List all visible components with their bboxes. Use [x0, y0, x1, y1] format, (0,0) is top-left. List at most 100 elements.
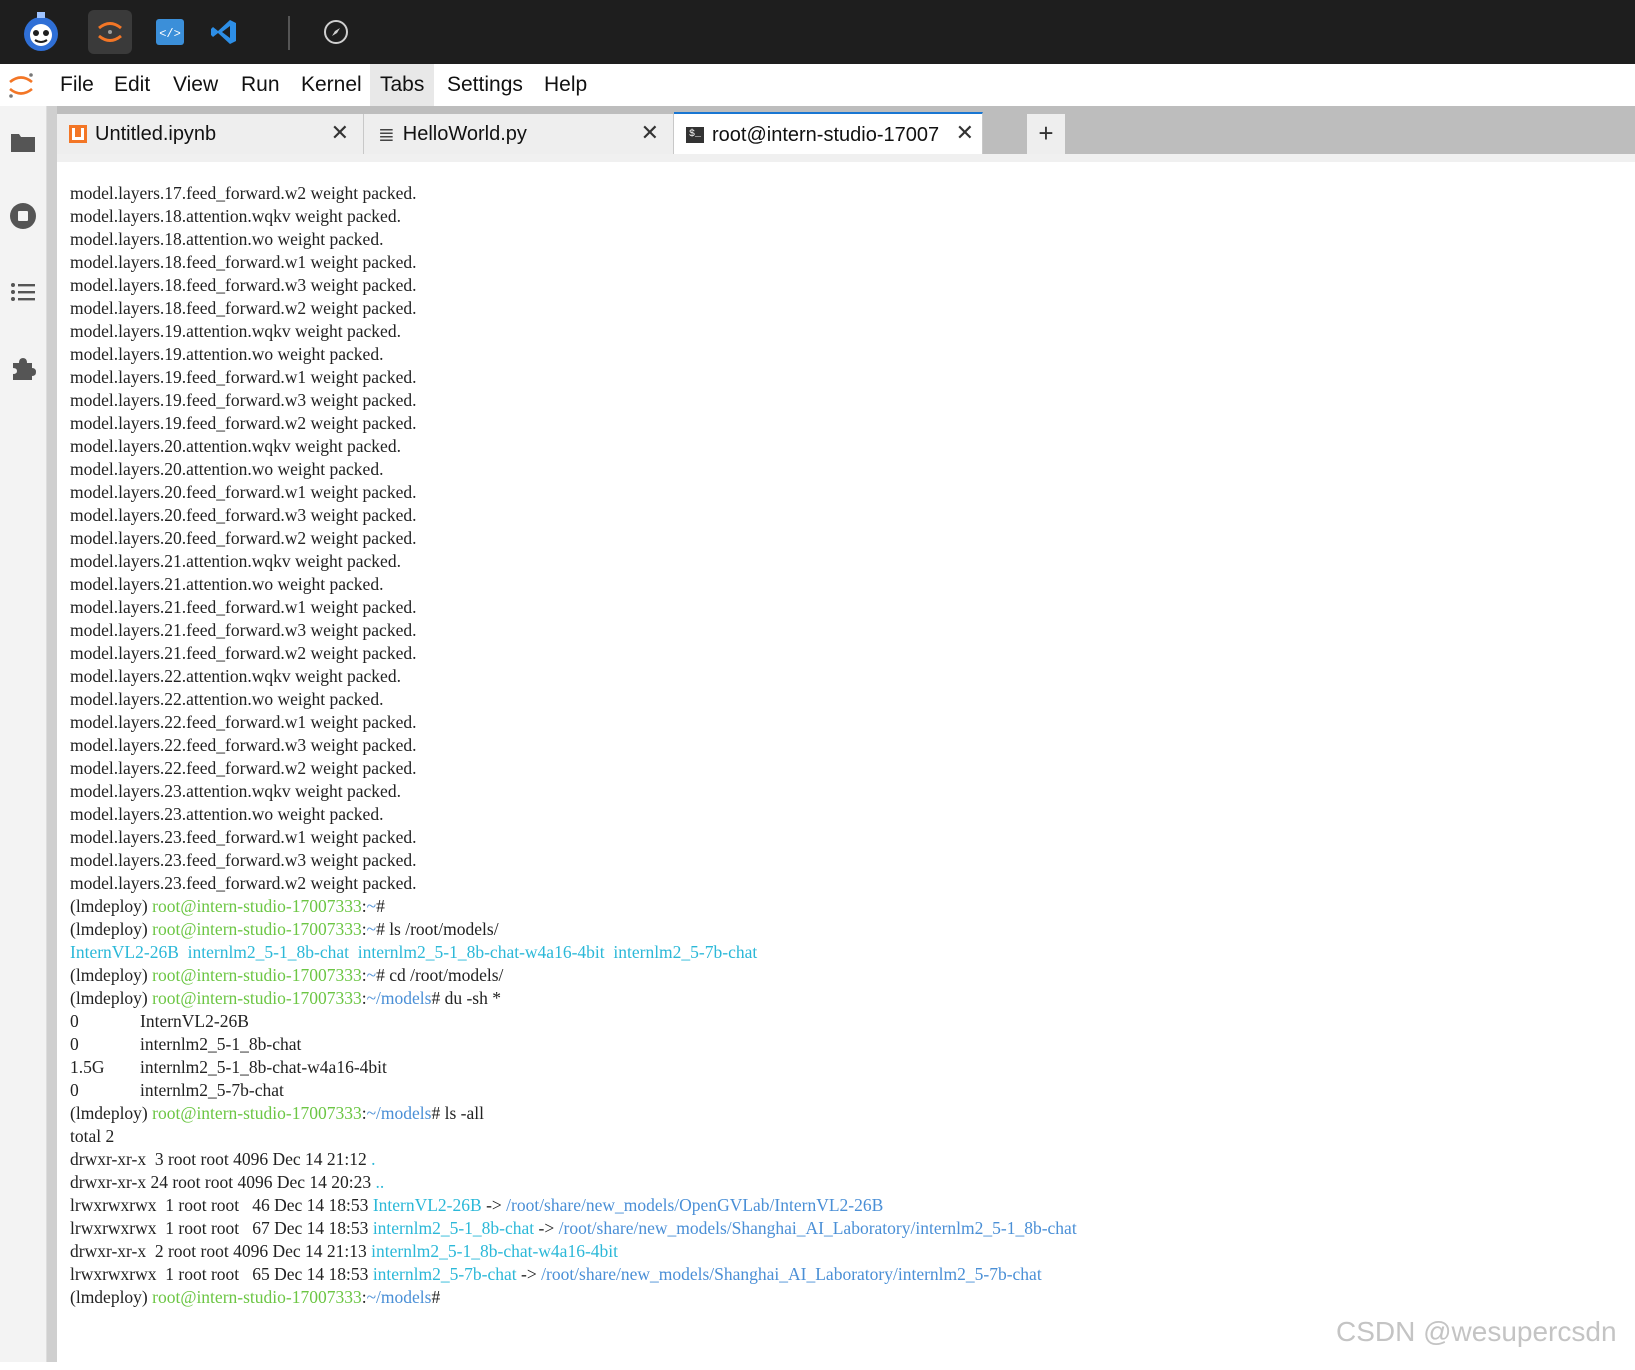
log-line: model.layers.21.feed_forward.w3 weight p… [70, 619, 1077, 642]
log-line: model.layers.22.attention.wqkv weight pa… [70, 665, 1077, 688]
tab-helloworld-py[interactable]: ≣ HelloWorld.py ✕ [364, 114, 674, 154]
log-line: model.layers.22.feed_forward.w2 weight p… [70, 757, 1077, 780]
log-line: model.layers.22.feed_forward.w1 weight p… [70, 711, 1077, 734]
log-line: model.layers.20.feed_forward.w3 weight p… [70, 504, 1077, 527]
prompt-command: # cd /root/models/ [376, 965, 504, 985]
ls-meta: drwxr-xr-x 2 root root 4096 Dec 14 21:13 [70, 1241, 372, 1261]
ls-target: /root/share/new_models/OpenGVLab/InternV… [506, 1195, 884, 1215]
prompt-line: (lmdeploy) root@intern-studio-17007333:~… [70, 1286, 1077, 1309]
prompt-user-host: root@intern-studio-17007333 [152, 919, 362, 939]
menu-run[interactable]: Run [231, 64, 290, 106]
prompt-command: # ls -all [431, 1103, 484, 1123]
du-size: 0 [70, 1011, 79, 1031]
log-text: model.layers.19.attention.wqkv weight pa… [70, 321, 401, 341]
ls-name: InternVL2-26B [372, 1195, 482, 1215]
tab-terminal[interactable]: $_ root@intern-studio-17007 ✕ [674, 112, 983, 156]
log-text: model.layers.22.attention.wo weight pack… [70, 689, 384, 709]
log-text: model.layers.22.feed_forward.w1 weight p… [70, 712, 417, 732]
log-line: model.layers.19.attention.wqkv weight pa… [70, 320, 1077, 343]
stop-circle-icon[interactable] [7, 200, 39, 232]
prompt-dir: ~/models [366, 988, 432, 1008]
add-tab-button[interactable]: + [1027, 114, 1065, 154]
prompt-env: (lmdeploy) [70, 965, 153, 985]
ls-meta: drwxr-xr-x 24 root root 4096 Dec 14 20:2… [70, 1172, 376, 1192]
prompt-dir: ~/models [366, 1287, 432, 1307]
log-line: model.layers.22.attention.wo weight pack… [70, 688, 1077, 711]
vscode-icon[interactable] [204, 12, 244, 52]
prompt-env: (lmdeploy) [70, 1103, 153, 1123]
prompt-dir: ~ [366, 896, 377, 916]
prompt-env: (lmdeploy) [70, 1287, 153, 1307]
log-text: model.layers.20.feed_forward.w2 weight p… [70, 528, 417, 548]
notebook-icon [69, 125, 87, 143]
log-text: model.layers.21.attention.wqkv weight pa… [70, 551, 401, 571]
log-text: model.layers.21.feed_forward.w2 weight p… [70, 643, 417, 663]
ls-name: internlm2_5-7b-chat [372, 1264, 517, 1284]
log-line: model.layers.18.attention.wo weight pack… [70, 228, 1077, 251]
prompt-env: (lmdeploy) [70, 988, 153, 1008]
log-text: model.layers.18.feed_forward.w3 weight p… [70, 275, 417, 295]
log-line: model.layers.23.feed_forward.w3 weight p… [70, 849, 1077, 872]
log-line: model.layers.20.attention.wo weight pack… [70, 458, 1077, 481]
intern-logo-icon[interactable] [18, 9, 64, 55]
log-line: model.layers.22.feed_forward.w3 weight p… [70, 734, 1077, 757]
log-text: model.layers.21.feed_forward.w1 weight p… [70, 597, 417, 617]
puzzle-icon[interactable] [7, 352, 39, 384]
list-icon[interactable] [7, 276, 39, 308]
prompt-line: (lmdeploy) root@intern-studio-17007333:~… [70, 964, 1077, 987]
menu-view[interactable]: View [163, 64, 228, 106]
ls-entry: internlm2_5-1_8b-chat-w4a16-4bit [357, 942, 605, 962]
log-text: model.layers.22.feed_forward.w2 weight p… [70, 758, 417, 778]
log-line: model.layers.20.attention.wqkv weight pa… [70, 435, 1077, 458]
log-text: model.layers.23.feed_forward.w3 weight p… [70, 850, 417, 870]
tab-label: Untitled.ipynb [95, 122, 217, 145]
log-text: model.layers.20.feed_forward.w1 weight p… [70, 482, 417, 502]
ls-arrow: -> [516, 1264, 542, 1284]
menu-settings[interactable]: Settings [437, 64, 533, 106]
ls-arrow: -> [534, 1218, 559, 1238]
jupyter-icon[interactable] [88, 10, 132, 54]
ls-all-row: lrwxrwxrwx 1 root root 46 Dec 14 18:53 I… [70, 1194, 1077, 1217]
left-sidebar [0, 106, 47, 1362]
prompt-dir: ~/models [366, 1103, 432, 1123]
close-icon[interactable]: ✕ [956, 120, 974, 146]
ls-name: .. [375, 1172, 385, 1192]
tab-untitled-ipynb[interactable]: Untitled.ipynb ✕ [57, 114, 364, 154]
menu-tabs[interactable]: Tabs [370, 64, 435, 106]
prompt-command: # du -sh * [431, 988, 501, 1008]
log-text: model.layers.20.attention.wo weight pack… [70, 459, 384, 479]
menu-edit[interactable]: Edit [104, 64, 160, 106]
code-editor-icon[interactable]: </> [150, 12, 190, 52]
prompt-user-host: root@intern-studio-17007333 [152, 1287, 362, 1307]
prompt-line: (lmdeploy) root@intern-studio-17007333:~… [70, 1102, 1077, 1125]
log-text: model.layers.20.feed_forward.w3 weight p… [70, 505, 417, 525]
du-name: InternVL2-26B [140, 1011, 249, 1031]
log-text: model.layers.18.attention.wqkv weight pa… [70, 206, 401, 226]
compass-icon[interactable] [316, 12, 356, 52]
close-icon[interactable]: ✕ [331, 120, 349, 146]
menu-kernel[interactable]: Kernel [291, 64, 372, 106]
log-text: model.layers.22.feed_forward.w3 weight p… [70, 735, 417, 755]
menu-file[interactable]: File [50, 64, 104, 106]
ls-entry: InternVL2-26B [70, 942, 179, 962]
ls-entry: internlm2_5-7b-chat [613, 942, 758, 962]
terminal-panel[interactable]: model.layers.17.feed_forward.w2 weight p… [57, 154, 1635, 1370]
close-icon[interactable]: ✕ [641, 120, 659, 146]
du-name: internlm2_5-1_8b-chat-w4a16-4bit [140, 1057, 387, 1077]
log-line: model.layers.20.feed_forward.w1 weight p… [70, 481, 1077, 504]
log-line: model.layers.20.feed_forward.w2 weight p… [70, 527, 1077, 550]
folder-icon[interactable] [7, 126, 39, 158]
log-line: model.layers.21.feed_forward.w1 weight p… [70, 596, 1077, 619]
prompt-line: (lmdeploy) root@intern-studio-17007333:~… [70, 918, 1077, 941]
tab-label: root@intern-studio-17007 [712, 123, 940, 146]
log-text: model.layers.23.feed_forward.w2 weight p… [70, 873, 417, 893]
sidebar-splitter[interactable] [47, 106, 57, 1362]
prompt-dir: ~ [366, 965, 377, 985]
ls-target: /root/share/new_models/Shanghai_AI_Labor… [558, 1218, 1077, 1238]
ls-entry: internlm2_5-1_8b-chat [187, 942, 349, 962]
tab-label: HelloWorld.py [402, 122, 527, 145]
log-line: model.layers.23.attention.wo weight pack… [70, 803, 1077, 826]
menu-help[interactable]: Help [534, 64, 597, 106]
du-size: 0 [70, 1080, 79, 1100]
ls-name: internlm2_5-1_8b-chat-w4a16-4bit [371, 1241, 619, 1261]
